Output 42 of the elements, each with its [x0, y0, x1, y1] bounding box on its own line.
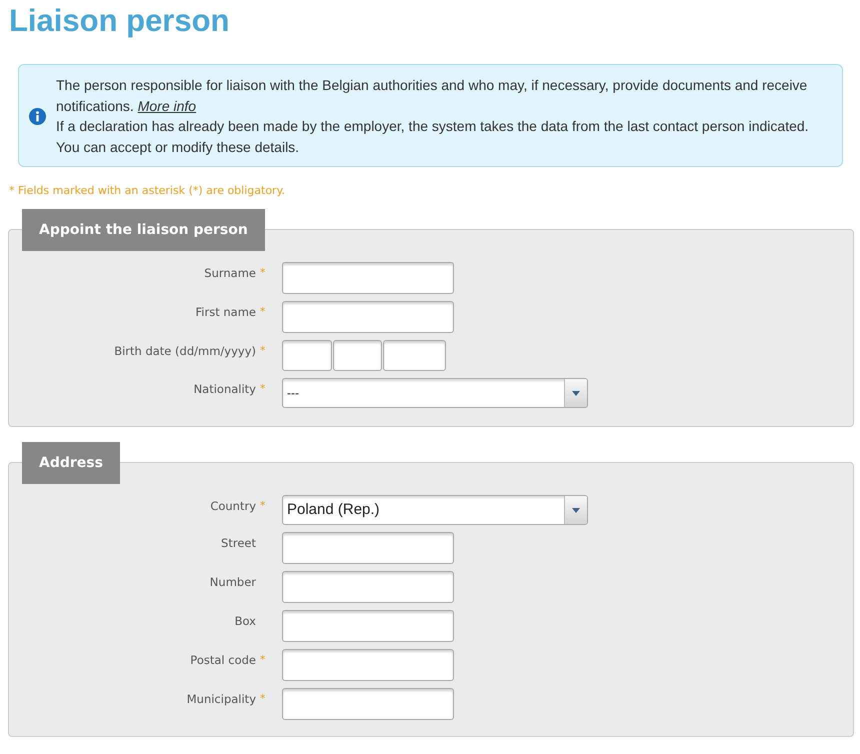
more-info-link[interactable]: More info	[138, 98, 196, 114]
dropdown-select[interactable]: ---	[282, 378, 588, 408]
required-asterisk: *	[260, 381, 266, 397]
required-note: * Fields marked with an asterisk (*) are obligatory.	[9, 184, 286, 198]
day-input[interactable]	[282, 340, 332, 371]
field-label: Country	[210, 498, 256, 514]
required-asterisk: *	[260, 498, 266, 514]
field-label: Box	[234, 613, 256, 629]
text-input[interactable]	[282, 649, 454, 681]
required-asterisk: *	[260, 652, 266, 668]
text-input[interactable]	[282, 301, 454, 333]
text-input[interactable]	[282, 532, 454, 564]
month-input[interactable]	[333, 340, 382, 371]
field-label: Number	[210, 574, 256, 590]
required-asterisk: *	[260, 304, 266, 320]
dropdown-select[interactable]: Poland (Rep.)	[282, 495, 588, 525]
dropdown-button[interactable]	[564, 379, 587, 407]
dropdown-button[interactable]	[564, 496, 587, 524]
field-label: Street	[221, 535, 256, 551]
field-label: First name	[196, 304, 256, 320]
text-input[interactable]	[282, 610, 454, 642]
field-label: Nationality	[194, 381, 256, 397]
text-input[interactable]	[282, 571, 454, 603]
info-text: If a declaration has already been made by the employer, the system takes the data from the last contact person indicated.	[56, 117, 810, 136]
field-label: Surname	[204, 265, 256, 281]
year-input[interactable]	[383, 340, 446, 371]
caret-icon	[572, 508, 580, 512]
section-header: Address	[22, 442, 120, 484]
info-text: The person responsible for liaison with the Belgian authorities and who may, if necessary, provide documents and receive notifications. More info	[56, 76, 808, 116]
required-asterisk: *	[260, 265, 266, 281]
field-label: Postal code	[190, 652, 256, 668]
caret-icon	[572, 390, 580, 396]
page-title: Liaison person	[8, 2, 230, 40]
info-text: You can accept or modify these details.	[56, 138, 300, 157]
required-asterisk: *	[260, 343, 266, 359]
field-label: Municipality	[186, 691, 256, 707]
required-asterisk: *	[260, 691, 266, 707]
text-input[interactable]	[282, 262, 454, 294]
section-header: Appoint the liaison person	[22, 209, 265, 251]
field-label: Birth date (dd/mm/yyyy)	[114, 343, 256, 359]
info-icon	[29, 108, 46, 124]
text-input[interactable]	[282, 688, 454, 720]
